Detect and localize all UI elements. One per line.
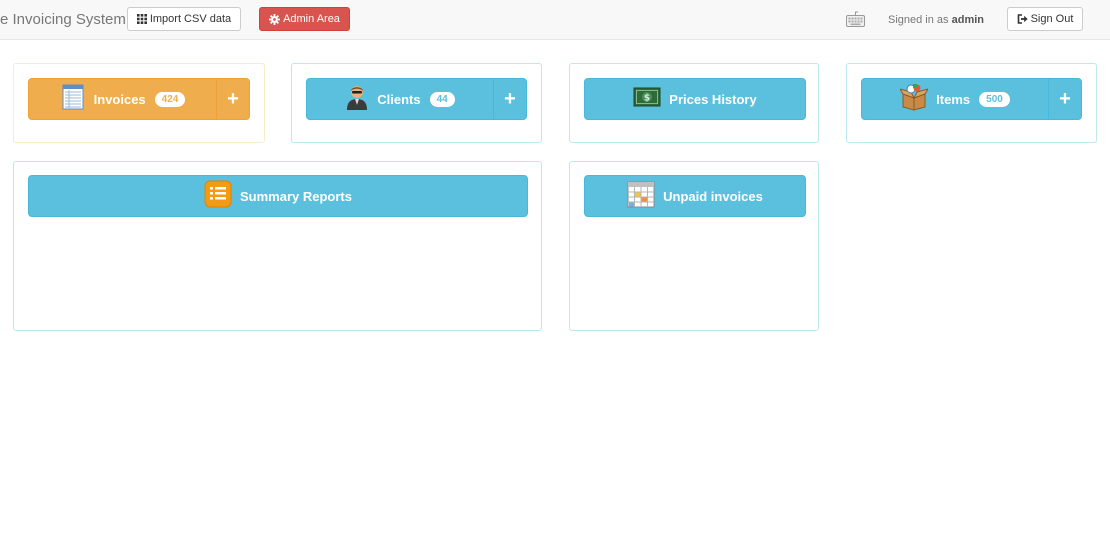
plus-icon: +: [227, 87, 239, 110]
invoices-button[interactable]: Invoices 424: [29, 79, 216, 119]
signed-in-prefix: Signed in as: [888, 14, 949, 26]
sign-out-button[interactable]: Sign Out: [1007, 7, 1083, 31]
brand-title[interactable]: e Invoicing System: [0, 11, 126, 28]
invoices-tile: Invoices 424 +: [28, 78, 250, 120]
invoices-label: Invoices: [93, 91, 146, 107]
add-client-button[interactable]: +: [493, 79, 526, 119]
clients-button[interactable]: Clients 44: [307, 79, 493, 119]
calendar-icon: [627, 180, 655, 213]
unpaid-invoices-label: Unpaid invoices: [663, 188, 763, 204]
navbar: e Invoicing System Import CSV data Admin…: [0, 0, 1110, 40]
items-label: Items: [936, 91, 971, 107]
invoices-count-badge: 424: [154, 91, 186, 107]
invoices-panel: Invoices 424 +: [13, 63, 265, 143]
prices-history-panel: $ Prices History: [569, 63, 819, 143]
items-panel: Items 500 +: [846, 63, 1097, 143]
add-item-button[interactable]: +: [1048, 79, 1081, 119]
sign-out-label: Sign Out: [1030, 13, 1074, 25]
import-csv-label: Import CSV data: [149, 13, 232, 25]
gear-icon: [269, 13, 281, 25]
plus-icon: +: [504, 87, 516, 110]
summary-reports-button[interactable]: Summary Reports: [29, 176, 527, 216]
unpaid-invoices-panel: Unpaid invoices: [569, 161, 819, 331]
items-tile: Items 500 +: [861, 78, 1082, 120]
box-icon: [899, 83, 930, 116]
svg-text:$: $: [644, 93, 650, 103]
prices-history-button[interactable]: $ Prices History: [585, 79, 805, 119]
grid-icon: [136, 14, 147, 24]
signed-in-text: Signed in as admin: [888, 14, 984, 26]
clients-panel: Clients 44 +: [291, 63, 542, 143]
keyboard-icon[interactable]: [846, 11, 865, 32]
clients-label: Clients: [377, 91, 421, 107]
money-bill-icon: $: [633, 86, 661, 113]
summary-reports-label: Summary Reports: [240, 188, 352, 204]
person-icon: [345, 84, 369, 115]
summary-reports-panel: Summary Reports: [13, 161, 542, 331]
items-button[interactable]: Items 500: [862, 79, 1048, 119]
items-count-badge: 500: [979, 91, 1010, 107]
sign-out-icon: [1017, 14, 1028, 24]
prices-history-tile: $ Prices History: [584, 78, 806, 120]
clients-count-badge: 44: [429, 91, 455, 107]
signed-in-username: admin: [951, 14, 985, 26]
admin-area-label: Admin Area: [283, 13, 340, 25]
clients-tile: Clients 44 +: [306, 78, 527, 120]
admin-area-button[interactable]: Admin Area: [259, 7, 350, 31]
invoice-document-icon: [60, 84, 86, 115]
prices-history-label: Prices History: [669, 91, 757, 107]
report-list-icon: [204, 180, 232, 213]
add-invoice-button[interactable]: +: [216, 79, 249, 119]
plus-icon: +: [1059, 87, 1071, 110]
unpaid-invoices-button[interactable]: Unpaid invoices: [585, 176, 805, 216]
import-csv-button[interactable]: Import CSV data: [127, 7, 241, 31]
unpaid-invoices-tile: Unpaid invoices: [584, 175, 806, 217]
summary-reports-tile: Summary Reports: [28, 175, 528, 217]
